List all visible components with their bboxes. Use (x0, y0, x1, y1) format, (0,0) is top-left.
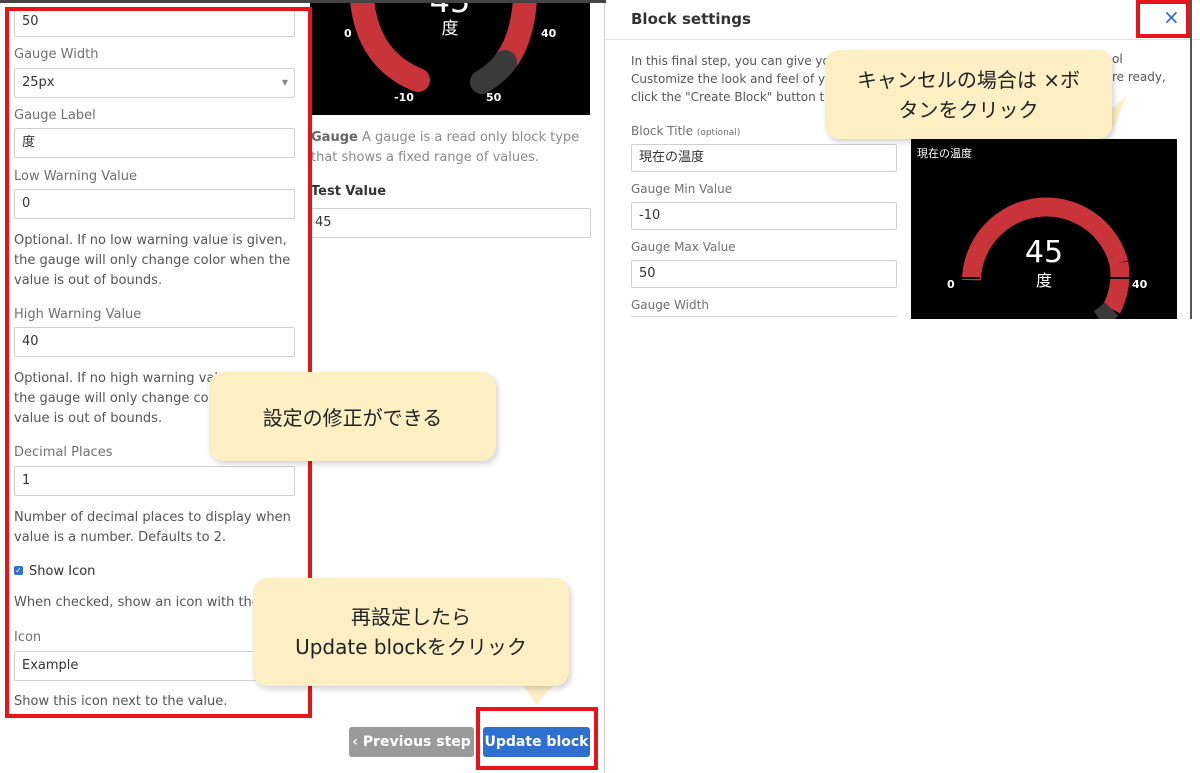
preview-title: 現在の温度 (917, 147, 972, 160)
block-title-label: Block Title (optional) (631, 124, 740, 138)
dialog-header-divider (606, 39, 1200, 40)
gauge-min-label: Gauge Min Value (631, 182, 733, 196)
gauge-arc-high (1102, 261, 1130, 314)
gauge-max-label: Gauge Max Value (631, 240, 736, 254)
block-title-label-text: Block Title (631, 124, 693, 138)
gauge-width-label: Gauge Width (631, 298, 709, 312)
block-title-input[interactable]: 現在の温度 (631, 144, 897, 172)
cancel-callout-line-2: タンをクリック (898, 97, 1039, 122)
block-settings-dialog: Block settings × In this final step, you… (606, 0, 1200, 319)
gauge-min-input[interactable]: -10 (631, 202, 897, 230)
dialog-right-edge (1190, 0, 1192, 319)
intro-line-2-end: re ready, (1112, 70, 1166, 84)
cancel-callout: キャンセルの場合は ×ボ タンをクリック (825, 50, 1112, 139)
gauge-width-field-edge (631, 316, 897, 317)
preview-value: 45 (1024, 235, 1064, 270)
update-callout-line-1: 再設定したら (351, 605, 471, 629)
right-gauge-svg (959, 197, 1130, 319)
intro-line-2: Customize the look and feel of yo (631, 72, 833, 86)
intro-line-3: click the "Create Block" button to (631, 90, 832, 104)
intro-text: In this final step, you can give yo Cust… (631, 52, 832, 106)
intro-line-1-end: ol (1112, 52, 1123, 66)
cancel-callout-line-1: キャンセルの場合は ×ボ (856, 67, 1081, 92)
update-callout-tail (0, 0, 558, 705)
gauge-max-input[interactable]: 50 (631, 260, 897, 288)
preview-unit: 度 (1035, 271, 1052, 290)
close-button-highlight-box (1136, 0, 1190, 38)
gauge-arc-track (1093, 302, 1119, 319)
right-gauge-preview: 現在の温度 45 度 0 40 (911, 139, 1177, 319)
preview-high-label: 40 (1132, 278, 1148, 291)
intro-line-1: In this final step, you can give yo (631, 54, 830, 68)
update-callout-line-2: Update blockをクリック (295, 635, 527, 659)
optional-tag: (optional) (696, 128, 741, 138)
update-callout: 再設定したら Update blockをクリック (253, 578, 569, 686)
dialog-title: Block settings (631, 10, 751, 28)
preview-low-label: 0 (947, 278, 955, 291)
